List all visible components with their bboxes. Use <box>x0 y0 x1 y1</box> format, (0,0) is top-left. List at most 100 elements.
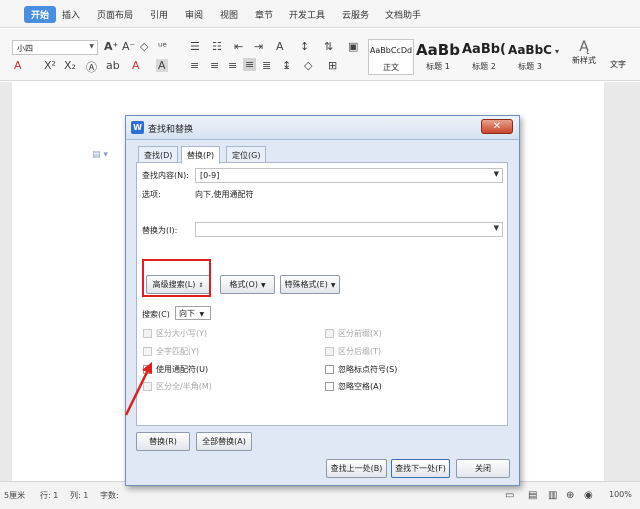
text-tools-button[interactable]: 文字 <box>610 59 626 70</box>
font-color-icon[interactable]: A <box>14 59 22 72</box>
view-page-icon[interactable]: ▭ <box>505 490 514 501</box>
find-input[interactable]: [0-9] ▼ <box>195 168 503 183</box>
tab-home[interactable]: 开始 <box>24 6 57 23</box>
align-right-icon[interactable]: ≡ <box>228 59 237 72</box>
style-normal[interactable]: AaBbCcDd 正文 <box>368 39 414 75</box>
style-heading-2[interactable]: AaBb( 标题 2 <box>461 39 507 75</box>
outdent-icon[interactable]: ⇤ <box>234 40 243 53</box>
search-direction-value: 向下 <box>179 309 195 318</box>
style-heading-3[interactable]: AaBbC 标题 3 <box>507 39 553 75</box>
ignore-spaces-checkbox[interactable] <box>325 382 334 391</box>
special-format-button[interactable]: 特殊格式(E) ▼ <box>280 275 340 294</box>
chevron-down-icon: ▼ <box>260 282 266 289</box>
style-sample: AaBb( <box>462 42 506 57</box>
indent-icon[interactable]: ⇥ <box>254 40 263 53</box>
chevron-down-icon: ▼ <box>199 311 205 318</box>
replace-input[interactable]: ▼ <box>195 222 503 237</box>
whole-word-label: 全字匹配(Y) <box>156 347 200 356</box>
font-grow-icon[interactable]: A⁺ <box>104 40 118 53</box>
chevron-down-icon[interactable]: ▼ <box>494 170 499 178</box>
text-color-icon[interactable]: A <box>132 59 140 72</box>
line-spacing-icon[interactable]: ↨ <box>282 59 291 72</box>
status-col: 列: 1 <box>70 491 89 500</box>
zoom-level[interactable]: 100% <box>609 490 632 499</box>
justify-icon[interactable]: ≡ <box>243 58 257 71</box>
font-size-select[interactable]: 小四 ▼ <box>12 40 98 55</box>
superscript-icon[interactable]: X² <box>44 59 56 72</box>
distribute-icon[interactable]: ≣ <box>262 59 271 72</box>
char-scale-icon[interactable]: A <box>276 40 284 53</box>
highlight-icon[interactable]: ab <box>106 59 120 72</box>
new-style-button[interactable]: Ą 新样式 <box>566 39 602 66</box>
clear-format-icon[interactable]: ◇ <box>140 40 148 53</box>
tab-view[interactable]: 视图 <box>220 8 238 21</box>
match-suffix-checkbox[interactable] <box>325 347 334 356</box>
tab-find[interactable]: 查找(D) <box>138 146 179 163</box>
font-size-value: 小四 <box>17 44 33 53</box>
annotation-arrow-icon <box>124 362 152 416</box>
bullet-list-icon[interactable]: ☰ <box>190 40 200 53</box>
ignore-punctuation-checkbox[interactable] <box>325 365 334 374</box>
close-icon[interactable]: ✕ <box>481 119 513 134</box>
tab-doc-assistant[interactable]: 文档助手 <box>385 8 421 21</box>
align-left-icon[interactable]: ≡ <box>190 59 199 72</box>
new-style-icon: Ą <box>579 39 589 55</box>
dialog-titlebar[interactable]: W 查找和替换 ✕ <box>126 116 519 140</box>
find-previous-button[interactable]: 查找上一处(B) <box>326 459 387 478</box>
ribbon: 小四 ▼ A⁺ A⁻ ◇ ᵘᵉ A X² X₂ Ⓐ ab A A ☰ ☷ ⇤ ⇥… <box>0 29 640 81</box>
close-button[interactable]: 关闭 <box>456 459 510 478</box>
show-marks-icon[interactable]: ▣ <box>348 40 358 53</box>
style-sample: AaBb <box>416 41 460 59</box>
format-button[interactable]: 格式(O) ▼ <box>220 275 275 294</box>
find-replace-dialog: W 查找和替换 ✕ 查找(D) 替换(P) 定位(G) 查找内容(N): [0-… <box>125 115 520 486</box>
tab-replace[interactable]: 替换(P) <box>181 146 221 164</box>
status-word-count[interactable]: 字数: <box>100 490 119 501</box>
find-next-button[interactable]: 查找下一处(F) <box>391 459 450 478</box>
shading-icon[interactable]: ◇ <box>304 59 312 72</box>
chevron-down-icon: ▼ <box>89 43 94 50</box>
char-shading-icon[interactable]: A <box>156 59 168 72</box>
whole-word-checkbox[interactable] <box>143 347 152 356</box>
match-case-label: 区分大小写(Y) <box>156 329 208 338</box>
new-style-label: 新样式 <box>572 56 596 65</box>
subscript-icon[interactable]: X₂ <box>64 59 76 72</box>
chinese-layout-icon[interactable]: ↕ <box>300 40 309 53</box>
replace-button[interactable]: 替换(R) <box>136 432 190 451</box>
view-outline-icon[interactable]: ▤ <box>528 490 537 501</box>
text-tools-label: 文字 <box>610 60 626 69</box>
eye-protection-icon[interactable]: ◉ <box>584 490 593 501</box>
match-prefix-checkbox[interactable] <box>325 329 334 338</box>
border-icon[interactable]: ⊞ <box>328 59 337 72</box>
tab-page-layout[interactable]: 页面布局 <box>97 8 133 21</box>
options-value: 向下,使用通配符 <box>195 190 254 199</box>
wps-logo-icon: W <box>131 121 144 134</box>
chevron-down-icon[interactable]: ▼ <box>494 224 499 232</box>
text-effect-icon[interactable]: Ⓐ <box>86 59 97 75</box>
tab-cloud[interactable]: 云服务 <box>342 8 369 21</box>
font-shrink-icon[interactable]: A⁻ <box>122 40 135 53</box>
style-label: 正文 <box>383 63 399 72</box>
tab-review[interactable]: 审阅 <box>185 8 203 21</box>
numbered-list-icon[interactable]: ☷ <box>212 40 222 53</box>
tab-goto[interactable]: 定位(G) <box>226 146 267 163</box>
tab-developer[interactable]: 开发工具 <box>289 8 325 21</box>
full-half-width-label: 区分全/半角(M) <box>156 382 212 391</box>
replace-all-button[interactable]: 全部替换(A) <box>196 432 252 451</box>
tab-references[interactable]: 引用 <box>150 8 168 21</box>
dialog-title: 查找和替换 <box>148 125 194 135</box>
find-value: [0-9] <box>200 171 220 180</box>
styles-scroll-icon[interactable]: ▾ <box>555 47 559 56</box>
sort-icon[interactable]: ⇅ <box>324 40 333 53</box>
match-prefix-label: 区分前缀(X) <box>338 329 382 338</box>
tab-section[interactable]: 章节 <box>255 8 273 21</box>
pinyin-icon[interactable]: ᵘᵉ <box>158 40 167 53</box>
view-read-icon[interactable]: ▥ <box>548 490 557 501</box>
style-heading-1[interactable]: AaBb 标题 1 <box>415 39 461 75</box>
style-sample: AaBbC <box>508 43 552 57</box>
view-web-icon[interactable]: ⊕ <box>566 490 574 501</box>
align-center-icon[interactable]: ≡ <box>210 59 219 72</box>
tab-insert[interactable]: 插入 <box>62 8 80 21</box>
match-case-checkbox[interactable] <box>143 329 152 338</box>
search-direction-select[interactable]: 向下 ▼ <box>175 306 211 320</box>
match-suffix-label: 区分后缀(T) <box>338 347 382 356</box>
